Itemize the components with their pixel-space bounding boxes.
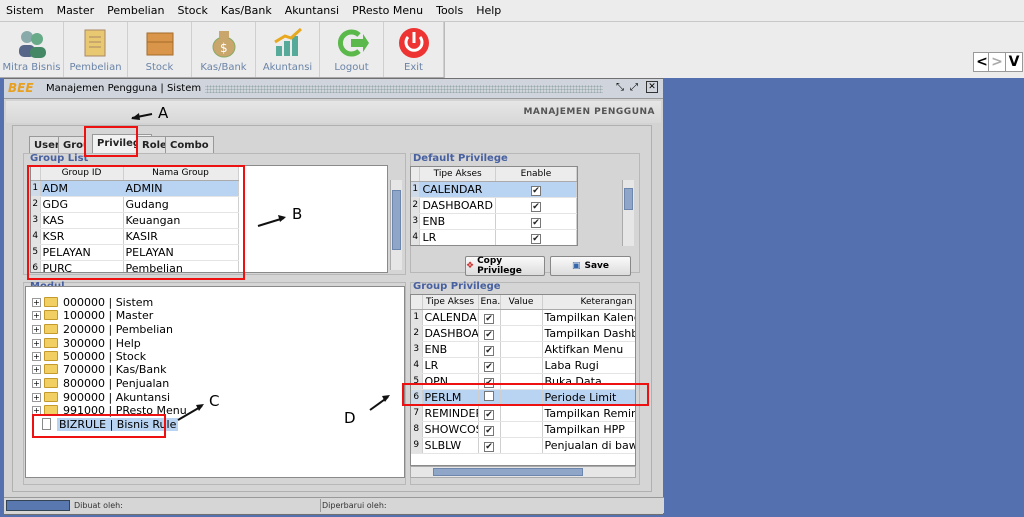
created-by-label: Dibuat oleh: bbox=[74, 501, 123, 510]
updated-by-label: Diperbarui oleh: bbox=[322, 501, 387, 510]
annotation-c: C bbox=[209, 392, 220, 410]
annotation-a: A bbox=[158, 104, 169, 122]
status-bar: Dibuat oleh: Diperbarui oleh: bbox=[4, 497, 664, 513]
status-indicator bbox=[6, 500, 70, 511]
annotation-b: B bbox=[292, 205, 303, 223]
annotation-d: D bbox=[344, 409, 356, 427]
annotation-arrows bbox=[131, 113, 390, 421]
